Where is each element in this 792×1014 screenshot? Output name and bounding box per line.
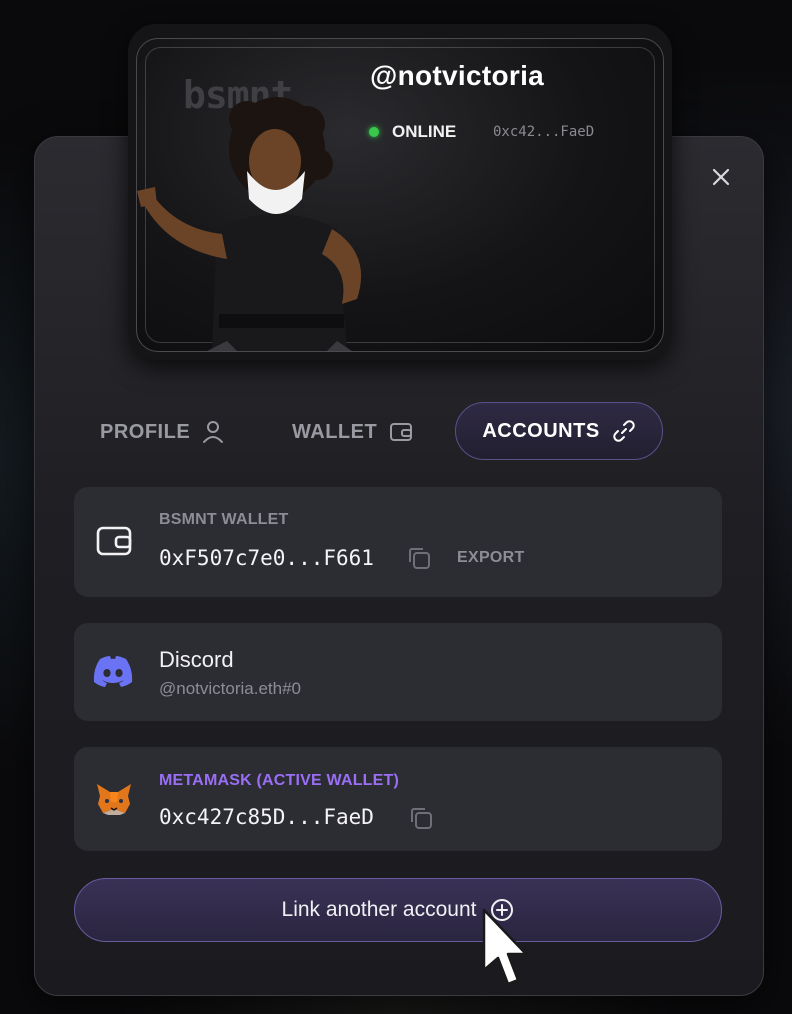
username: @notvictoria <box>370 60 545 91</box>
discord-handle: @notvictoria.eth#0 <box>159 679 302 698</box>
tab-wallet-label: WALLET <box>292 420 378 443</box>
wallet-icon <box>390 423 413 441</box>
tab-wallet[interactable]: WALLET <box>292 404 413 460</box>
wallet-icon <box>96 526 132 556</box>
account-label: BSMNT WALLET <box>159 511 289 528</box>
account-address: 0xc427c85D...FaeD <box>159 805 374 829</box>
close-button[interactable] <box>706 162 736 192</box>
mouse-cursor-icon <box>482 908 528 986</box>
metamask-fox-icon <box>97 784 131 815</box>
tab-profile-label: PROFILE <box>100 420 191 443</box>
account-card-discord: Discord @notvictoria.eth#0 <box>74 623 722 721</box>
close-icon <box>712 168 730 186</box>
account-address: 0xF507c7e0...F661 <box>159 546 374 570</box>
link-account-button[interactable]: Link another account <box>74 878 722 942</box>
status-label: ONLINE <box>392 122 457 141</box>
account-label: METAMASK (ACTIVE WALLET) <box>159 772 400 789</box>
account-card-bsmnt-wallet: BSMNT WALLET 0xF507c7e0...F661 EXPORT <box>74 487 722 597</box>
copy-icon[interactable] <box>406 545 432 571</box>
discord-name: Discord <box>159 647 234 672</box>
avatar <box>137 97 362 351</box>
tab-accounts-label: ACCOUNTS <box>482 419 600 442</box>
link-account-label: Link another account <box>281 898 477 921</box>
account-card-metamask: METAMASK (ACTIVE WALLET) 0xc427c85D...Fa… <box>74 747 722 851</box>
card-wallet-address: 0xc42...FaeD <box>493 124 595 140</box>
user-icon <box>203 421 224 443</box>
copy-icon[interactable] <box>408 805 434 831</box>
link-icon <box>612 420 635 442</box>
export-button[interactable]: EXPORT <box>457 549 525 567</box>
tab-accounts[interactable]: ACCOUNTS <box>455 402 663 460</box>
tab-profile[interactable]: PROFILE <box>100 404 224 460</box>
online-status-dot <box>369 127 379 137</box>
discord-icon <box>93 656 133 687</box>
